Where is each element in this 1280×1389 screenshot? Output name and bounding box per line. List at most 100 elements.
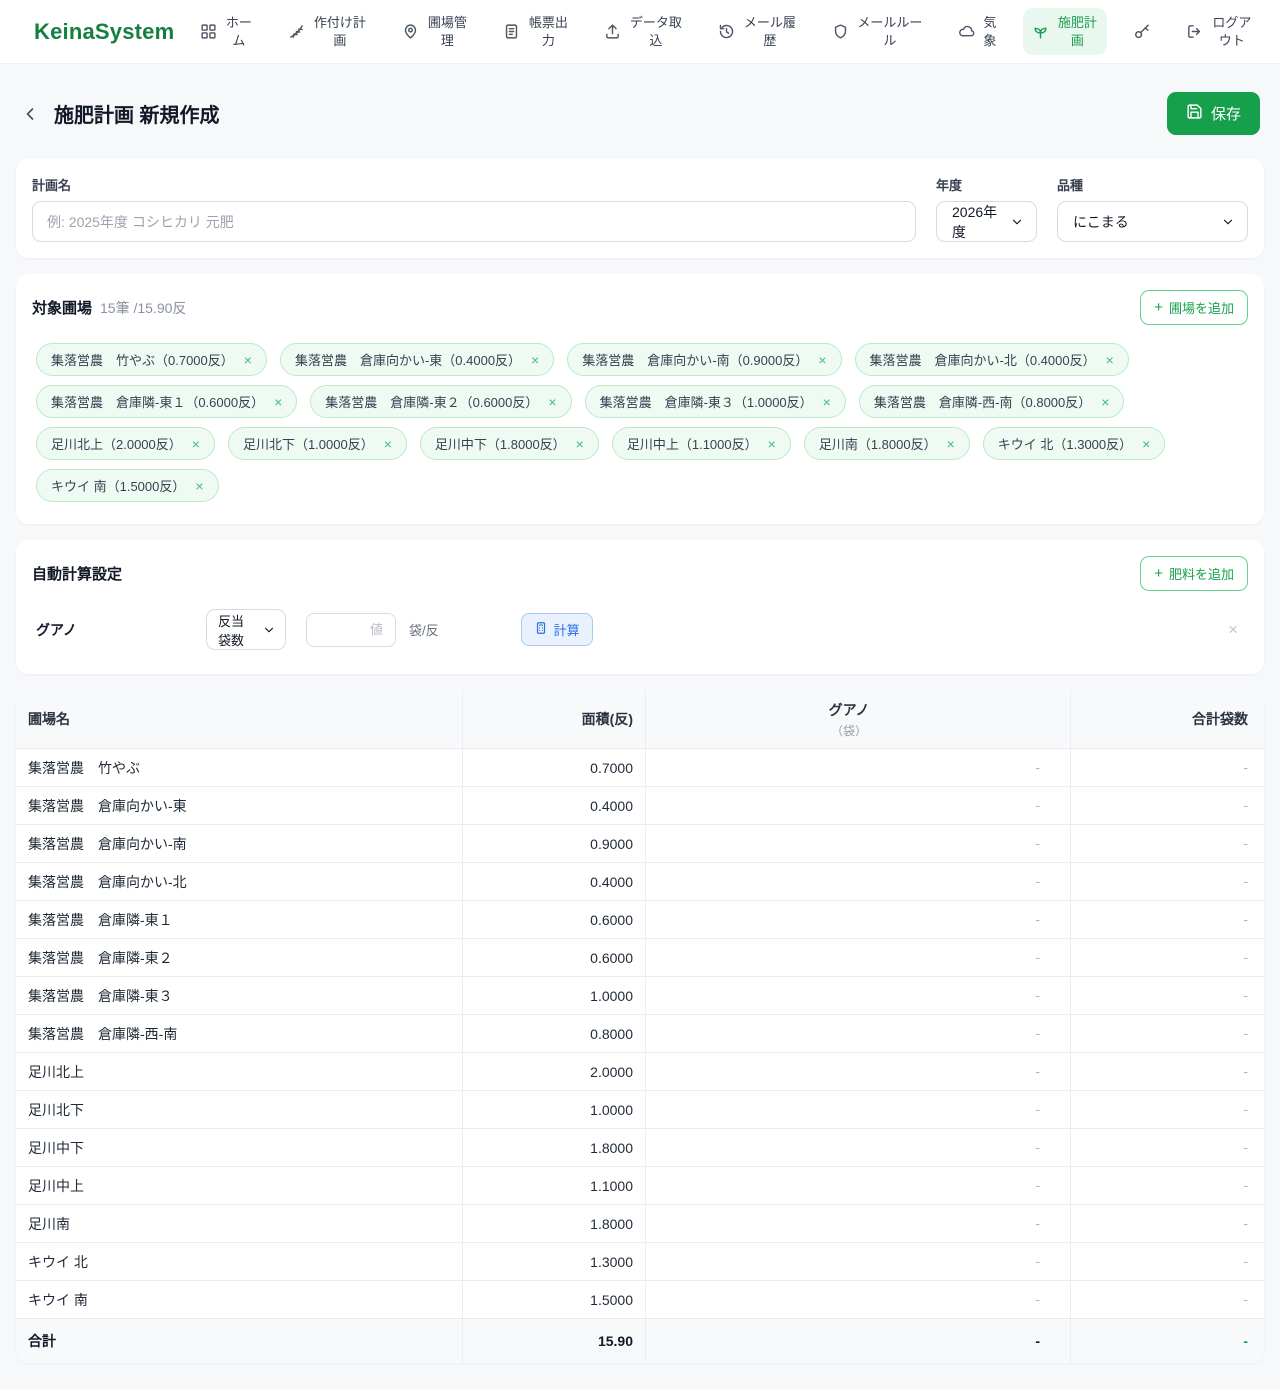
add-field-button[interactable]: + 圃場を追加 [1140, 290, 1248, 325]
brand-logo[interactable]: KeinaSystem [34, 19, 174, 45]
field-tag: 集落営農 倉庫隣-東２（0.6000反） × [310, 385, 572, 418]
cell-field-name: 足川南 [28, 1215, 70, 1232]
cell-guano: - [645, 1129, 1070, 1166]
cell-area: 1.3000 [462, 1243, 645, 1280]
year-select-value: 2026年度 [952, 203, 998, 240]
cell-field-name: 集落営農 倉庫隣-東１ [28, 911, 173, 928]
table-row: 集落営農 倉庫向かい-東 0.4000 - - [16, 787, 1264, 825]
back-icon[interactable] [20, 104, 40, 124]
cell-field-name: 足川北上 [28, 1063, 84, 1080]
cell-area: 1.8000 [462, 1129, 645, 1166]
remove-tag-icon[interactable]: × [1101, 395, 1109, 409]
add-field-button-label: 圃場を追加 [1168, 301, 1234, 316]
remove-tag-icon[interactable]: × [947, 437, 955, 451]
plan-name-label: 計画名 [32, 178, 72, 193]
cell-total: - [1070, 1281, 1264, 1318]
nav-item-grid[interactable]: ホーム [191, 8, 262, 55]
table-row: キウイ 北 1.3000 - - [16, 1243, 1264, 1281]
variety-select[interactable]: にこまる [1057, 201, 1248, 242]
save-button[interactable]: 保存 [1166, 92, 1260, 135]
nav-item-document[interactable]: 帳票出力 [494, 8, 578, 55]
col-header-area: 面積(反) [462, 690, 645, 748]
calc-method-value: 反当袋数 [218, 613, 245, 648]
nav-item-history[interactable]: メール履歴 [709, 8, 806, 55]
cell-guano: - [645, 1243, 1070, 1280]
remove-tag-icon[interactable]: × [1142, 437, 1150, 451]
remove-tag-icon[interactable]: × [823, 395, 831, 409]
cell-guano: - [645, 1015, 1070, 1052]
table-row: 足川中上 1.1000 - - [16, 1167, 1264, 1205]
field-tag: 集落営農 倉庫向かい-北（0.4000反） × [854, 343, 1129, 376]
cell-field-name: 足川中上 [28, 1177, 84, 1194]
field-tag-list: 集落営農 竹やぶ（0.7000反） × 集落営農 倉庫向かい-東（0.4000反… [32, 339, 1248, 508]
footer-area-total: 15.90 [462, 1319, 645, 1363]
table-row: 集落営農 倉庫隣-東３ 1.0000 - - [16, 977, 1264, 1015]
calc-method-select[interactable]: 反当袋数 [206, 609, 286, 650]
cell-field-name: 集落営農 倉庫向かい-南 [28, 835, 187, 852]
cell-guano: - [645, 749, 1070, 786]
remove-tag-icon[interactable]: × [195, 479, 203, 493]
cell-field-name: 集落営農 竹やぶ [28, 759, 140, 776]
cell-area: 1.1000 [462, 1167, 645, 1204]
cell-total: - [1070, 787, 1264, 824]
cell-total: - [1070, 1129, 1264, 1166]
chevron-down-icon [1010, 215, 1024, 229]
add-fertilizer-button[interactable]: + 肥料を追加 [1140, 556, 1248, 591]
remove-tag-icon[interactable]: × [274, 395, 282, 409]
page-header: 施肥計画 新規作成 保存 [20, 92, 1260, 135]
remove-tag-icon[interactable]: × [548, 395, 556, 409]
nav-item-label: ログアウト [1212, 14, 1252, 48]
remove-tag-icon[interactable]: × [531, 353, 539, 367]
plan-form-card: 計画名 年度 2026年度 品種 にこまる [16, 159, 1264, 258]
nav-item-cloud[interactable]: 気象 [949, 8, 1006, 55]
target-fields-summary: 15筆 /15.90反 [100, 299, 187, 316]
nav-item-key[interactable] [1124, 17, 1160, 47]
remove-tag-icon[interactable]: × [244, 353, 252, 367]
remove-tag-icon[interactable]: × [818, 353, 826, 367]
cell-total: - [1070, 1205, 1264, 1242]
nav-item-map-pin[interactable]: 圃場管理 [393, 8, 477, 55]
remove-tag-icon[interactable]: × [192, 437, 200, 451]
plan-name-input[interactable] [32, 201, 916, 242]
cell-total: - [1070, 901, 1264, 938]
year-select[interactable]: 2026年度 [936, 201, 1037, 242]
calc-button[interactable]: 計算 [520, 613, 593, 646]
fertilizer-calc-row: グアノ 反当袋数 袋/反 計算 × [32, 605, 1248, 658]
nav-item-upload[interactable]: データ取込 [595, 8, 692, 55]
field-tag-label: 集落営農 倉庫隣-東２（0.6000反） [325, 395, 539, 410]
table-row: 集落営農 倉庫隣-東１ 0.6000 - - [16, 901, 1264, 939]
year-label: 年度 [936, 178, 963, 193]
remove-tag-icon[interactable]: × [576, 437, 584, 451]
nav-item-seedling[interactable]: 施肥計画 [1023, 7, 1108, 56]
field-tag-label: キウイ 南（1.5000反） [51, 479, 186, 494]
page-title: 施肥計画 新規作成 [54, 105, 220, 127]
remove-fertilizer-icon[interactable]: × [1222, 620, 1244, 640]
nav-item-wheat[interactable]: 作付け計画 [279, 8, 376, 55]
key-icon [1133, 23, 1151, 41]
cell-guano: - [645, 863, 1070, 900]
cell-area: 2.0000 [462, 1053, 645, 1090]
fertilizer-name: グアノ [36, 621, 77, 638]
upload-icon [604, 23, 621, 40]
table-row: 集落営農 倉庫向かい-南 0.9000 - - [16, 825, 1264, 863]
remove-tag-icon[interactable]: × [768, 437, 776, 451]
nav-item-logout[interactable]: ログアウト [1177, 8, 1262, 55]
field-tag-label: キウイ 北（1.3000反） [997, 437, 1133, 452]
table-row: 集落営農 倉庫隣-西-南 0.8000 - - [16, 1015, 1264, 1053]
nav-item-shield[interactable]: メールルール [823, 8, 932, 55]
remove-tag-icon[interactable]: × [384, 437, 392, 451]
auto-calc-card: 自動計算設定 + 肥料を追加 グアノ 反当袋数 袋/反 計算 × [16, 540, 1264, 674]
remove-tag-icon[interactable]: × [1106, 353, 1114, 367]
col-header-fertilizer-unit: （袋） [830, 723, 867, 738]
field-tag-label: 足川中下（1.8000反） [434, 437, 566, 452]
cell-field-name: 集落営農 倉庫隣-東２ [28, 949, 173, 966]
cell-area: 0.9000 [462, 825, 645, 862]
cell-total: - [1070, 863, 1264, 900]
footer-guano-total: - [645, 1319, 1070, 1363]
calc-value-input[interactable] [306, 612, 396, 647]
cell-guano: - [645, 1091, 1070, 1128]
nav-item-label: メール履歴 [743, 14, 796, 48]
cell-area: 1.0000 [462, 977, 645, 1014]
table-footer-row: 合計 15.90 - - [16, 1318, 1264, 1363]
cell-guano: - [645, 1167, 1070, 1204]
